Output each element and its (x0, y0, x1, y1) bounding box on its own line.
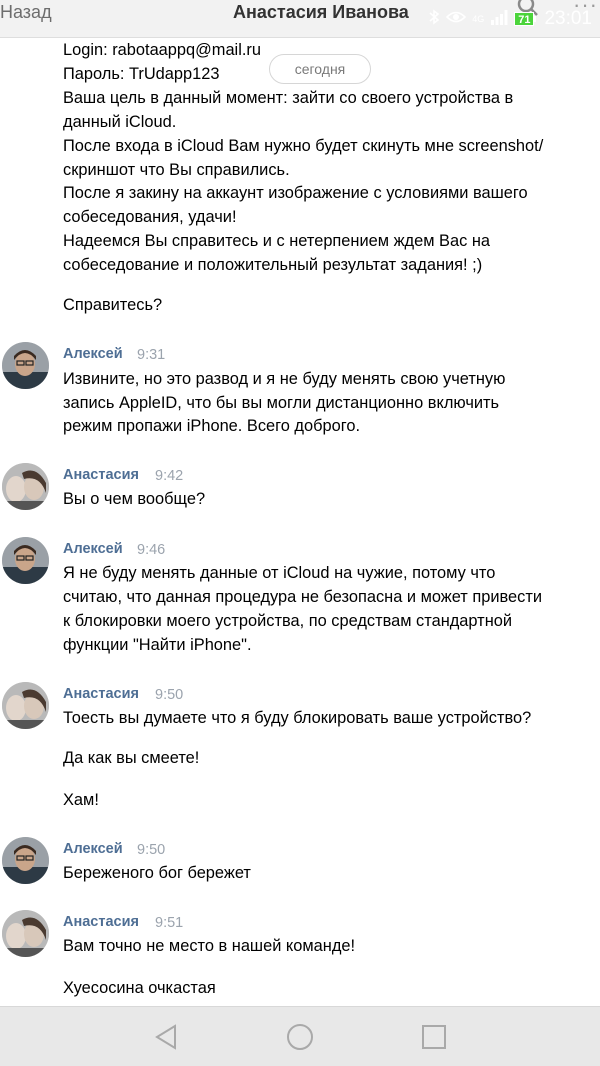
message-time: 9:50 (155, 687, 184, 703)
message-line: Login: rabotaappq@mail.ru (63, 41, 261, 59)
sender-name: Алексей (63, 541, 123, 557)
avatar-aleksey[interactable] (2, 837, 49, 884)
circle-home-icon[interactable] (286, 1023, 314, 1051)
avatar-anastasia[interactable] (2, 463, 49, 510)
message-line: запись AppleID, что бы вы могли дистанци… (63, 394, 500, 412)
sender-name: Анастасия (63, 467, 139, 483)
network-type: 4G (472, 14, 485, 24)
chat-title: Анастасия Иванова (233, 2, 409, 22)
message-line: к блокировки моего устройства, по средст… (63, 612, 513, 630)
battery-level: 71 (514, 12, 535, 26)
message-line: После входа в iCloud Вам нужно будет ски… (63, 137, 544, 155)
avatar-aleksey[interactable] (2, 537, 49, 584)
message-line: данный iCloud. (63, 113, 177, 131)
message-time: 9:46 (137, 542, 166, 558)
status-clock: 23:01 (544, 8, 592, 29)
triangle-back-icon[interactable] (153, 1023, 179, 1051)
system-nav-bar (0, 1006, 600, 1066)
message-line: считаю, что данная процедура не безопасн… (63, 588, 543, 606)
message-line: функции "Найти iPhone". (63, 636, 252, 654)
message-line: Хуесосина очкастая (63, 979, 216, 997)
message-time: 9:31 (137, 347, 166, 363)
message-line: Пароль: TrUdapp123 (63, 65, 220, 83)
message-time: 9:51 (155, 915, 184, 931)
message-time: 9:50 (137, 842, 166, 858)
message-line: режим пропажи iPhone. Всего доброго. (63, 417, 361, 435)
sender-name: Алексей (63, 841, 123, 857)
message-line: Хам! (63, 791, 99, 809)
message-line: скриншот что Вы справились. (63, 161, 290, 179)
message-line: Извините, но это развод и я не буду меня… (63, 370, 506, 388)
top-bar: Назад Анастасия Иванова ··· 4G 71 23:01 (0, 0, 600, 38)
avatar-anastasia[interactable] (2, 682, 49, 729)
message-line: Надеемся Вы справитесь и с нетерпением ж… (63, 232, 491, 250)
date-divider: сегодня (269, 54, 371, 84)
eye-icon (446, 10, 467, 29)
status-bar: 4G 71 23:01 (428, 5, 592, 33)
avatar-aleksey[interactable] (2, 342, 49, 389)
bluetooth-icon (428, 8, 440, 30)
message-line: Вы о чем вообще? (63, 490, 206, 508)
battery-icon: 71 (514, 12, 537, 26)
back-button[interactable]: Назад (0, 2, 52, 23)
message-line: Вам точно не место в нашей команде! (63, 937, 356, 955)
message-line: Да как вы смеете! (63, 749, 200, 767)
message-line: Береженого бог бережет (63, 864, 251, 882)
message-line: Тоесть вы думаете что я буду блокировать… (63, 709, 532, 727)
message-time: 9:42 (155, 468, 184, 484)
square-recent-icon[interactable] (421, 1024, 447, 1050)
message-line: собеседование и положительный результат … (63, 256, 483, 274)
avatar-anastasia[interactable] (2, 910, 49, 957)
signal-icon (490, 9, 508, 30)
sender-name: Анастасия (63, 686, 139, 702)
sender-name: Анастасия (63, 914, 139, 930)
sender-name: Алексей (63, 346, 123, 362)
message-line: Ваша цель в данный момент: зайти со свое… (63, 89, 514, 107)
message-line: Я не буду менять данные от iCloud на чуж… (63, 564, 496, 582)
message-line: Справитесь? (63, 296, 163, 314)
message-line: собеседования, удачи! (63, 208, 237, 226)
message-line: После я закину на аккаунт изображение с … (63, 184, 528, 202)
